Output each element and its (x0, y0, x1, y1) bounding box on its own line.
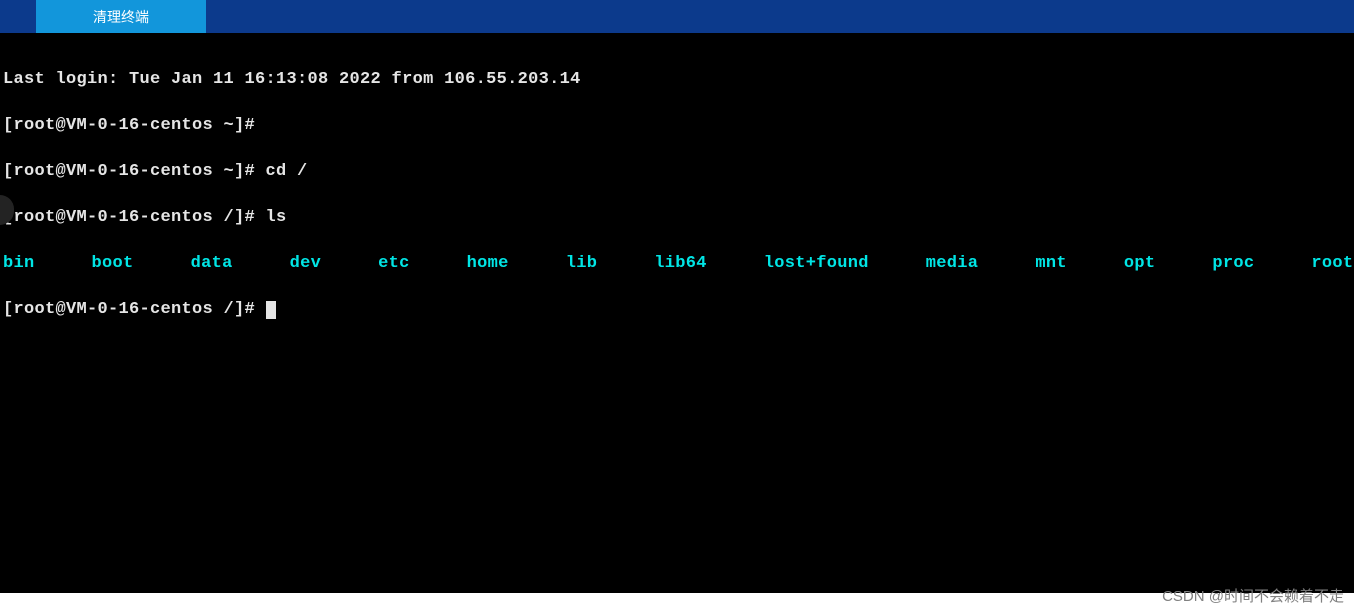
clear-terminal-tab[interactable]: 清理终端 (36, 0, 206, 33)
cursor-icon (266, 301, 276, 319)
ls-output-line: bin boot data dev etc home lib lib64 los… (3, 252, 1351, 275)
tab-label: 清理终端 (93, 7, 149, 27)
dir-lib: lib (566, 254, 598, 273)
header-spacer (0, 0, 36, 33)
prompt-text: [root@VM-0-16-centos ~]# (3, 116, 255, 135)
dir-media: media (926, 254, 979, 273)
prompt-line-1: [root@VM-0-16-centos ~]# (3, 114, 1351, 137)
prompt-line-3: [root@VM-0-16-centos /]# ls (3, 206, 1351, 229)
dir-lib64: lib64 (654, 254, 707, 273)
watermark-text: CSDN @时间不会赖着不走 (1162, 585, 1344, 606)
dir-proc: proc (1212, 254, 1254, 273)
last-login-line: Last login: Tue Jan 11 16:13:08 2022 fro… (3, 68, 1351, 91)
dir-lost-found: lost+found (764, 254, 869, 273)
dir-boot: boot (92, 254, 134, 273)
dir-mnt: mnt (1035, 254, 1067, 273)
prompt-text: [root@VM-0-16-centos /]# (3, 300, 255, 319)
terminal-area[interactable]: Last login: Tue Jan 11 16:13:08 2022 fro… (0, 33, 1354, 593)
prompt-text: [root@VM-0-16-centos ~]# (3, 162, 255, 181)
dir-bin: bin (3, 254, 35, 273)
dir-etc: etc (378, 254, 410, 273)
dir-root: root (1311, 254, 1353, 273)
dir-dev: dev (290, 254, 322, 273)
dir-data: data (191, 254, 233, 273)
cmd-ls: ls (255, 208, 287, 227)
prompt-line-2: [root@VM-0-16-centos ~]# cd / (3, 160, 1351, 183)
dir-home: home (467, 254, 509, 273)
prompt-text: [root@VM-0-16-centos /]# (3, 208, 255, 227)
cmd-cd: cd / (255, 162, 308, 181)
prompt-line-4: [root@VM-0-16-centos /]# (3, 298, 1351, 321)
header-bar: 清理终端 (0, 0, 1354, 33)
dir-opt: opt (1124, 254, 1156, 273)
